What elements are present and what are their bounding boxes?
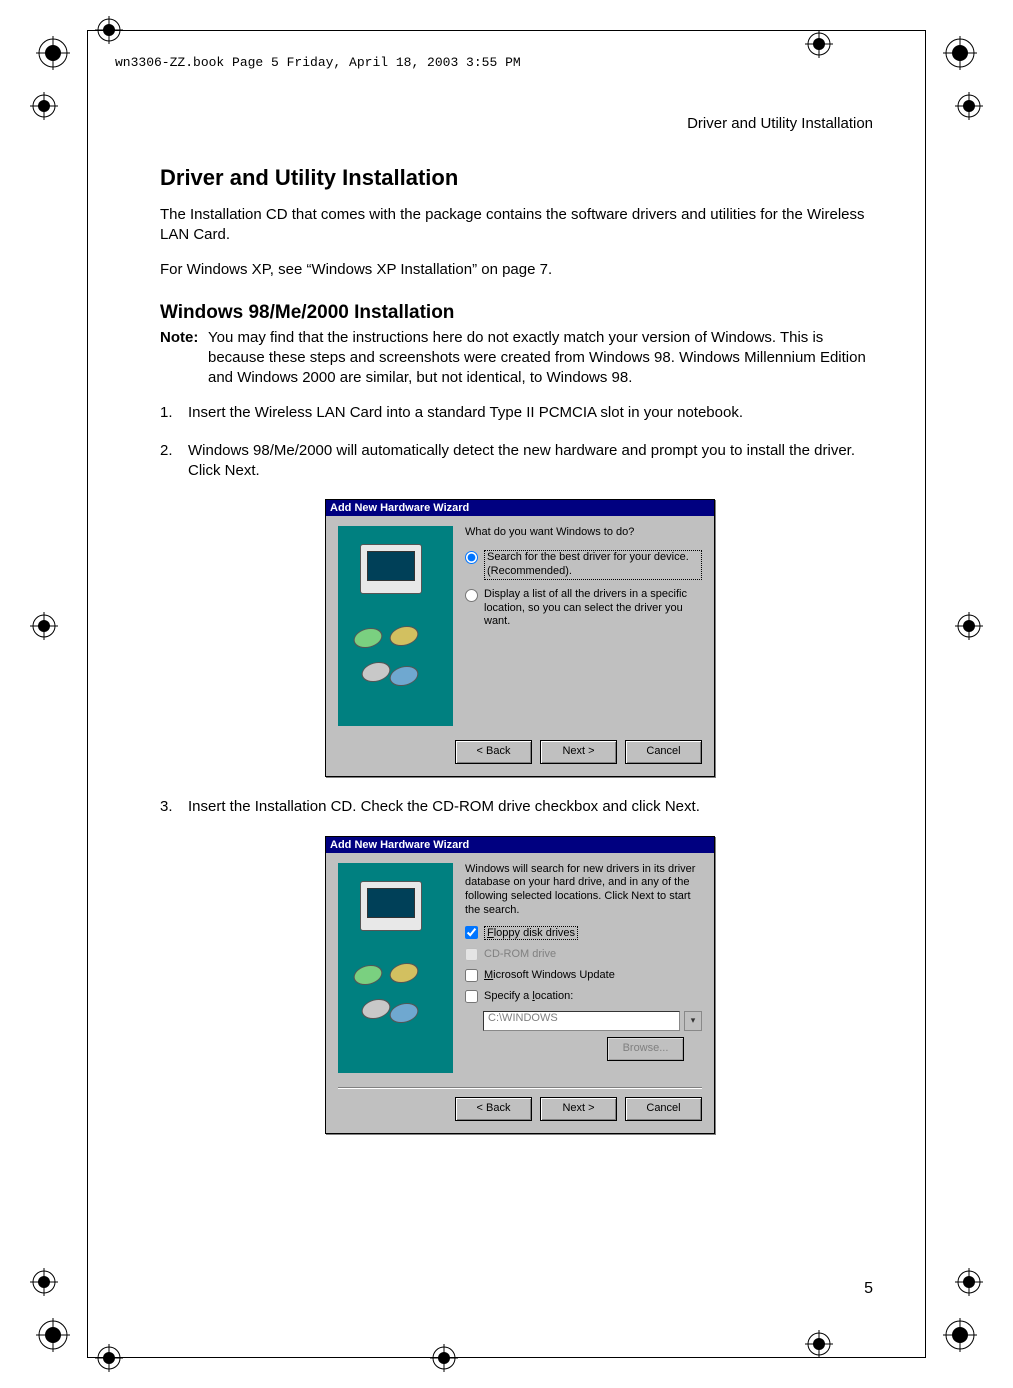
step-number: 3. (160, 797, 188, 817)
page-number: 5 (864, 1280, 873, 1298)
browse-button[interactable]: Browse... (607, 1037, 684, 1061)
dialog-title: Add New Hardware Wizard (326, 500, 714, 516)
crop-mark-tr (943, 36, 977, 70)
crop-mark-br (943, 1318, 977, 1352)
dialog-question: What do you want Windows to do? (465, 526, 702, 538)
location-path-input[interactable]: C:\WINDOWS (483, 1011, 680, 1031)
reg-mark (95, 16, 123, 44)
checkbox-floppy[interactable] (465, 926, 478, 939)
dialog-title: Add New Hardware Wizard (326, 837, 714, 853)
step-text: Windows 98/Me/2000 will automatically de… (188, 441, 880, 482)
radio-display-list[interactable] (465, 589, 478, 602)
checkbox-windows-update-label: Microsoft Windows UpdateMicrosoft Window… (484, 969, 615, 981)
crop-mark-tl (36, 36, 70, 70)
step-text: Insert the Wireless LAN Card into a stan… (188, 403, 880, 423)
print-header: wn3306-ZZ.book Page 5 Friday, April 18, … (115, 55, 521, 70)
next-button[interactable]: Next > (540, 740, 617, 764)
step-number: 1. (160, 403, 188, 423)
step-text: Insert the Installation CD. Check the CD… (188, 797, 880, 817)
paragraph-xp-ref: For Windows XP, see “Windows XP Installa… (160, 260, 880, 280)
checkbox-specify-location-label: Specify a location:Specify a location: (484, 990, 573, 1002)
note-label: Note: (160, 328, 208, 389)
next-button[interactable]: Next > (540, 1097, 617, 1121)
crop-mark-bl (36, 1318, 70, 1352)
wizard-artwork-icon (338, 526, 453, 726)
radio-display-list-label: Display a list of all the drivers in a s… (484, 588, 702, 629)
note-body: You may find that the instructions here … (208, 328, 880, 389)
wizard-dialog-2: Add New Hardware Wizard Windows will sea… (325, 836, 715, 1134)
reg-mark (955, 92, 983, 120)
reg-mark (955, 612, 983, 640)
reg-mark (95, 1344, 123, 1372)
back-button[interactable]: < Back (455, 740, 532, 764)
reg-mark (805, 1330, 833, 1358)
checkbox-windows-update[interactable] (465, 969, 478, 982)
reg-mark (30, 92, 58, 120)
heading-main: Driver and Utility Installation (160, 165, 880, 191)
reg-mark (955, 1268, 983, 1296)
dialog-intro: Windows will search for new drivers in i… (465, 863, 702, 918)
dropdown-arrow-icon[interactable]: ▾ (684, 1011, 702, 1031)
checkbox-cdrom-label: CD-ROM drive (484, 948, 556, 960)
heading-win98: Windows 98/Me/2000 Installation (160, 302, 880, 324)
step-number: 2. (160, 441, 188, 482)
back-button[interactable]: < Back (455, 1097, 532, 1121)
checkbox-specify-location[interactable] (465, 990, 478, 1003)
paragraph-intro: The Installation CD that comes with the … (160, 205, 880, 246)
cancel-button[interactable]: Cancel (625, 1097, 702, 1121)
running-head: Driver and Utility Installation (687, 115, 873, 132)
cancel-button[interactable]: Cancel (625, 740, 702, 764)
reg-mark (30, 612, 58, 640)
wizard-dialog-1: Add New Hardware Wizard What do you want… (325, 499, 715, 777)
reg-mark (30, 1268, 58, 1296)
wizard-artwork-icon (338, 863, 453, 1073)
checkbox-cdrom[interactable] (465, 948, 478, 961)
radio-search-best-label: Search for the best driver for your devi… (484, 550, 702, 580)
radio-search-best[interactable] (465, 551, 478, 564)
reg-mark (430, 1344, 458, 1372)
reg-mark (805, 30, 833, 58)
checkbox-floppy-label: FFloppy disk drivesloppy disk drives (484, 926, 578, 940)
